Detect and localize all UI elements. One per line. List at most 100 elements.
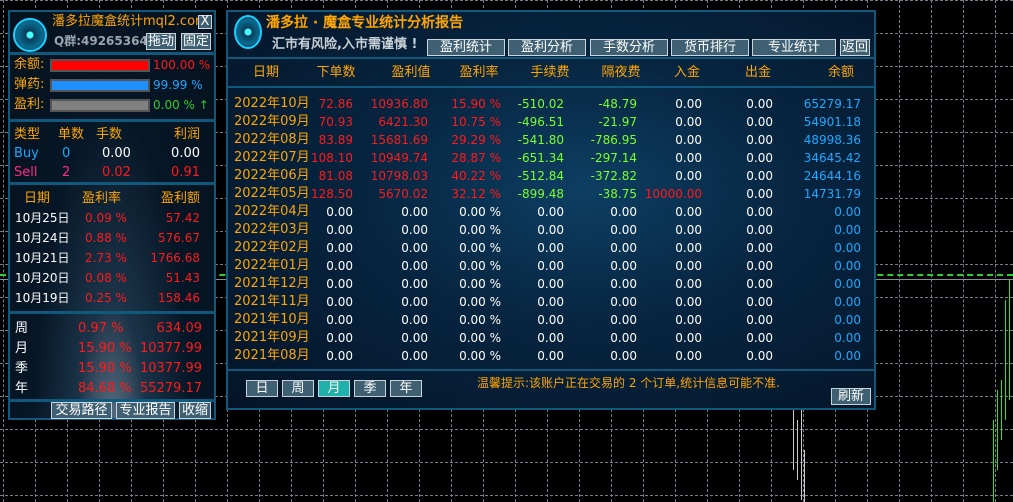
grid-line-vertical bbox=[995, 0, 996, 502]
cell: 0.00 bbox=[610, 331, 637, 345]
cell: 0.00 % bbox=[459, 259, 501, 273]
column-header: 日期 bbox=[252, 65, 280, 80]
cell: 54901.18 bbox=[803, 115, 861, 129]
bar-label: 弹药: bbox=[14, 77, 45, 92]
cell: -297.14 bbox=[590, 151, 637, 165]
grid-line-horizontal bbox=[0, 429, 1013, 430]
grid-line-vertical bbox=[3, 0, 4, 502]
period-button-0[interactable]: 日 bbox=[246, 380, 278, 397]
daily-row: 10月20日 bbox=[15, 271, 70, 285]
cell: 14731.79 bbox=[803, 187, 861, 201]
cell: 0.00 bbox=[401, 295, 428, 309]
back-button[interactable]: 返回 bbox=[840, 39, 870, 56]
cell: 0.00 bbox=[326, 349, 353, 363]
cell: 5670.02 bbox=[378, 187, 428, 201]
tab-4[interactable]: 专业统计 bbox=[752, 39, 836, 56]
cell: 0.00 bbox=[746, 187, 773, 201]
pro-report-button[interactable]: 专业报告 bbox=[116, 402, 175, 419]
daily-row: 1766.68 bbox=[150, 251, 200, 265]
period-row: 15.90 % bbox=[78, 361, 132, 376]
daily-row: 57.42 bbox=[165, 211, 200, 225]
cell: 0.00 bbox=[610, 259, 637, 273]
bar-fill bbox=[52, 61, 148, 70]
type-header: 类型 bbox=[14, 127, 41, 142]
cell: 0.00 bbox=[401, 313, 428, 327]
trade-path-button[interactable]: 交易路径 bbox=[51, 402, 112, 419]
cell: 0.00 % bbox=[459, 313, 501, 327]
cell: 0.00 % bbox=[459, 223, 501, 237]
refresh-button[interactable]: 刷新 bbox=[831, 388, 871, 405]
candle-wick bbox=[797, 420, 798, 480]
cell: -496.51 bbox=[517, 115, 564, 129]
tab-1[interactable]: 盈利分析 bbox=[508, 39, 586, 56]
cell: 0.00 bbox=[746, 295, 773, 309]
tab-3[interactable]: 货币排行 bbox=[671, 39, 749, 56]
tab-0[interactable]: 盈利统计 bbox=[427, 39, 505, 56]
cell: 128.50 bbox=[311, 187, 353, 201]
cell: 0.00 bbox=[401, 331, 428, 345]
grid-line-vertical bbox=[899, 0, 900, 502]
cell: 0.00 bbox=[746, 97, 773, 111]
cell: -510.02 bbox=[517, 97, 564, 111]
cell: 0.00 bbox=[834, 277, 861, 291]
cell: 0.00 bbox=[537, 205, 564, 219]
period-button-1[interactable]: 周 bbox=[282, 380, 314, 397]
cell: 0.00 % bbox=[459, 349, 501, 363]
period-row: 15.90 % bbox=[78, 341, 132, 356]
daily-header: 日期 bbox=[24, 191, 51, 206]
collapse-button[interactable]: 收缩 bbox=[179, 402, 211, 419]
period-button-3[interactable]: 季 bbox=[354, 380, 386, 397]
cell: 0.00 bbox=[537, 259, 564, 273]
type-row-buy: 0 bbox=[62, 146, 71, 161]
cell: 24644.16 bbox=[803, 169, 861, 183]
period-button-2[interactable]: 月 bbox=[318, 380, 350, 397]
cell: 0.00 bbox=[834, 223, 861, 237]
bar-value: 99.99 % bbox=[153, 78, 203, 92]
cell: 0.00 bbox=[610, 313, 637, 327]
daily-row: 10月25日 bbox=[15, 211, 70, 225]
daily-row: 2.73 % bbox=[85, 251, 127, 265]
cell: 0.00 bbox=[834, 205, 861, 219]
cell: 0.00 bbox=[675, 97, 702, 111]
cell: 0.00 bbox=[537, 223, 564, 237]
notice-text: 温馨提示:该账户正在交易的 2 个订单,统计信息可能不准. bbox=[477, 376, 780, 390]
cell: -21.97 bbox=[598, 115, 637, 129]
type-header: 单数 bbox=[58, 127, 85, 142]
bar-value: 100.00 % bbox=[153, 58, 211, 72]
cell: 0.00 bbox=[610, 295, 637, 309]
table-row: 2021年10月 0.00 0.00 0.00 % 0.00 0.00 0.00 0.00 0.… bbox=[228, 312, 874, 330]
candle-wick bbox=[993, 420, 994, 502]
type-row-sell: 2 bbox=[62, 165, 71, 180]
cell: 10.75 % bbox=[451, 115, 501, 129]
fix-button[interactable]: 固定 bbox=[181, 33, 211, 50]
cell: 0.00 bbox=[537, 277, 564, 291]
drag-button[interactable]: 拖动 bbox=[146, 33, 176, 50]
table-row: 2021年12月 0.00 0.00 0.00 % 0.00 0.00 0.00 0.00 0.… bbox=[228, 276, 874, 294]
type-row-sell: Sell bbox=[14, 165, 38, 180]
cell: -786.95 bbox=[590, 133, 637, 147]
cell: 15681.69 bbox=[370, 133, 428, 147]
cell: 83.89 bbox=[318, 133, 353, 147]
cell: 10798.03 bbox=[370, 169, 428, 183]
column-header: 隔夜费 bbox=[601, 65, 641, 80]
cell: 0.00 bbox=[537, 331, 564, 345]
table-row: 2022年02月 0.00 0.00 0.00 % 0.00 0.00 0.00 0.00 0.… bbox=[228, 240, 874, 258]
cell: 0.00 % bbox=[459, 331, 501, 345]
period-button-4[interactable]: 年 bbox=[390, 380, 422, 397]
candle-wick bbox=[997, 390, 998, 470]
table-row: 2021年11月 0.00 0.00 0.00 % 0.00 0.00 0.00 0.00 0.… bbox=[228, 294, 874, 312]
column-header: 盈利率 bbox=[459, 65, 499, 80]
cell: 2022年08月 bbox=[234, 132, 310, 147]
cell: 0.00 bbox=[675, 169, 702, 183]
cell: 2022年05月 bbox=[234, 186, 310, 201]
candle-wick bbox=[1009, 280, 1010, 400]
table-row: 2022年05月 128.50 5670.02 32.12 % -899.48 -38.7… bbox=[228, 186, 874, 204]
cell: 2022年04月 bbox=[234, 204, 310, 219]
close-button[interactable]: X bbox=[198, 15, 212, 29]
cell: 0.00 bbox=[834, 349, 861, 363]
cell: 2021年08月 bbox=[234, 348, 310, 363]
cell: 0.00 bbox=[537, 241, 564, 255]
table-row: 2022年07月 108.10 10949.74 28.87 % -651.34 -297… bbox=[228, 150, 874, 168]
tab-2[interactable]: 手数分析 bbox=[590, 39, 668, 56]
cell: 0.00 bbox=[675, 151, 702, 165]
